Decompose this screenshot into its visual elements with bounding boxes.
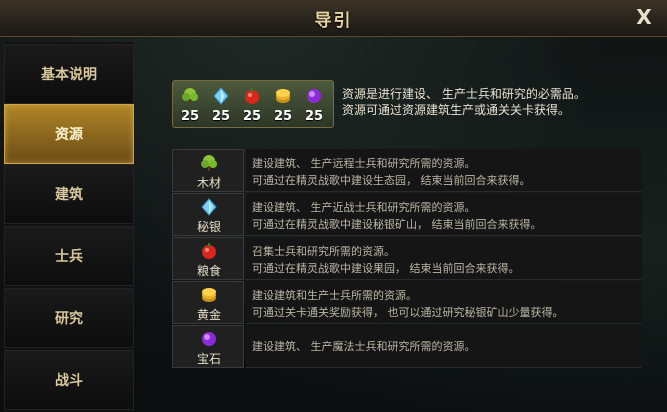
- intro-text: 资源是进行建设、 生产士兵和研究的必需品。 资源可通过资源建筑生产或通关关卡获得…: [342, 86, 662, 118]
- gem-icon: [202, 332, 216, 346]
- wood-icon: [182, 88, 198, 104]
- tab-buildings[interactable]: 建筑: [4, 164, 134, 224]
- description-line: 召集士兵和研究所需的资源。: [252, 245, 395, 258]
- resource-icon-cell: 黄金: [172, 281, 244, 324]
- banner-slot: 25: [237, 85, 267, 125]
- resource-name: 黄金: [196, 308, 221, 322]
- tab-label: 研究: [55, 311, 83, 327]
- description-line: 可通过在精灵战歌中建设生态园， 结束当前回合来获得。: [252, 174, 531, 187]
- mithril-icon: [201, 198, 217, 216]
- gold-icon: [202, 288, 216, 302]
- banner-value: 25: [211, 109, 231, 124]
- resource-row-mithril: 秘银 建设建筑、 生产近战士兵和研究所需的资源。 可通过在精灵战歌中建设秘银矿山…: [172, 193, 642, 236]
- description-line: 建设建筑、 生产远程士兵和研究所需的资源。: [252, 157, 476, 170]
- tab-label: 资源: [55, 127, 83, 143]
- resource-icon-cell: 木材: [172, 149, 244, 192]
- resource-description: 召集士兵和研究所需的资源。 可通过在精灵战歌中建设果园， 结束当前回合来获得。: [246, 237, 642, 280]
- banner-slot: 25: [175, 85, 205, 125]
- resource-row-gem: 宝石 建设建筑、 生产魔法士兵和研究所需的资源。: [172, 325, 642, 368]
- resource-icon-cell: 粮食: [172, 237, 244, 280]
- resource-row-food: 粮食 召集士兵和研究所需的资源。 可通过在精灵战歌中建设果园， 结束当前回合来获…: [172, 237, 642, 280]
- tab-label: 建筑: [55, 187, 83, 203]
- tab-basic-info[interactable]: 基本说明: [4, 44, 134, 104]
- resource-name: 宝石: [196, 352, 221, 366]
- food-icon: [245, 88, 259, 104]
- close-button[interactable]: X: [633, 6, 655, 28]
- banner-value: 25: [273, 109, 293, 124]
- banner-slot: 25: [206, 85, 236, 125]
- tab-label: 战斗: [55, 373, 83, 389]
- resource-row-gold: 黄金 建设建筑和生产士兵所需的资源。 可通过关卡通关奖励获得， 也可以通过研究秘…: [172, 281, 642, 324]
- resource-name: 粮食: [196, 264, 221, 278]
- food-icon: [202, 243, 216, 259]
- banner-value: 25: [180, 109, 200, 124]
- banner-slot: 25: [299, 85, 329, 125]
- resource-icon-cell: 宝石: [172, 325, 244, 368]
- gold-icon: [276, 89, 290, 103]
- tab-label: 士兵: [55, 249, 83, 265]
- resource-description: 建设建筑、 生产魔法士兵和研究所需的资源。: [246, 325, 642, 368]
- tab-resources[interactable]: 资源: [4, 104, 134, 164]
- banner-value: 25: [242, 109, 262, 124]
- banner-slot: 25: [268, 85, 298, 125]
- description-line: 可通过在精灵战歌中建设果园， 结束当前回合来获得。: [252, 262, 520, 275]
- description-line: 建设建筑和生产士兵所需的资源。: [252, 289, 417, 302]
- window-title: 导引: [314, 11, 353, 31]
- tab-research[interactable]: 研究: [4, 288, 134, 348]
- sidebar: 基本说明 资源 建筑 士兵 研究 战斗: [4, 42, 134, 412]
- intro-line: 资源是进行建设、 生产士兵和研究的必需品。: [342, 87, 586, 101]
- banner-value: 25: [304, 109, 324, 124]
- tab-battle[interactable]: 战斗: [4, 350, 134, 410]
- mithril-icon: [213, 87, 229, 105]
- description-line: 建设建筑、 生产魔法士兵和研究所需的资源。: [252, 340, 476, 353]
- title-bar: 导引 X: [0, 0, 667, 37]
- resource-description: 建设建筑和生产士兵所需的资源。 可通过关卡通关奖励获得， 也可以通过研究秘银矿山…: [246, 281, 642, 324]
- description-line: 可通过关卡通关奖励获得， 也可以通过研究秘银矿山少量获得。: [252, 306, 564, 319]
- resource-description: 建设建筑、 生产近战士兵和研究所需的资源。 可通过在精灵战歌中建设秘银矿山， 结…: [246, 193, 642, 236]
- resource-description: 建设建筑、 生产远程士兵和研究所需的资源。 可通过在精灵战歌中建设生态园， 结束…: [246, 149, 642, 192]
- tab-soldiers[interactable]: 士兵: [4, 226, 134, 286]
- tab-label: 基本说明: [41, 67, 97, 83]
- wood-icon: [201, 155, 217, 171]
- resource-row-wood: 木材 建设建筑、 生产远程士兵和研究所需的资源。 可通过在精灵战歌中建设生态园，…: [172, 149, 642, 192]
- content-panel: 25 25 25 25 25 资源是进行建设、 生产士兵和研究的必需品。 资源可…: [136, 42, 667, 412]
- description-line: 建设建筑、 生产近战士兵和研究所需的资源。: [252, 201, 476, 214]
- description-line: 可通过在精灵战歌中建设秘银矿山， 结束当前回合来获得。: [252, 218, 542, 231]
- resource-icon-cell: 秘银: [172, 193, 244, 236]
- resource-name: 秘银: [196, 220, 221, 234]
- intro-line: 资源可通过资源建筑生产或通关关卡获得。: [342, 103, 571, 117]
- gem-icon: [307, 89, 321, 103]
- resource-banner: 25 25 25 25 25: [172, 80, 334, 128]
- resource-name: 木材: [196, 176, 221, 190]
